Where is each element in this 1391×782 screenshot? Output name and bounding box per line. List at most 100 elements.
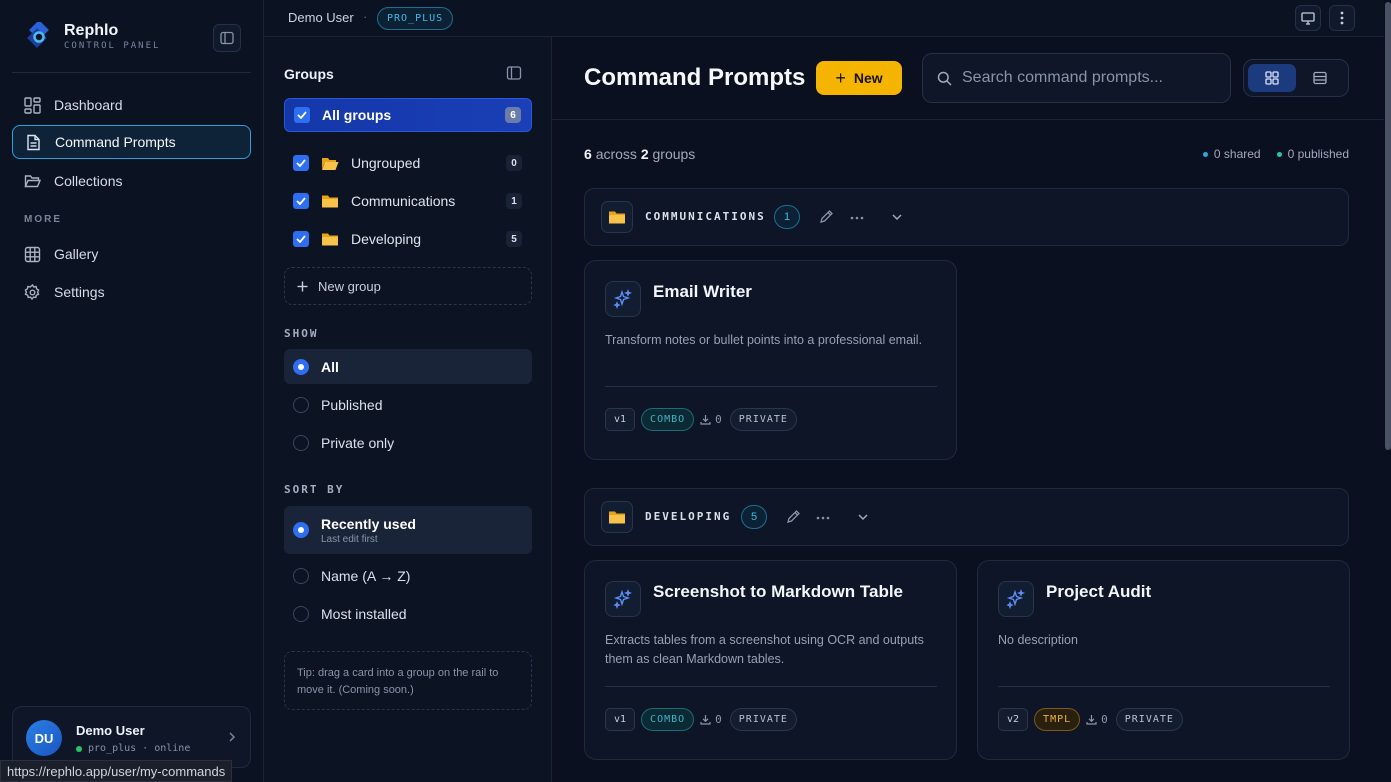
group-item-communications[interactable]: Communications 1	[284, 184, 532, 218]
nav-section-more: MORE	[24, 214, 62, 225]
search-box[interactable]	[922, 53, 1231, 103]
summary-groups: 2	[640, 146, 649, 162]
checkbox-checked-icon[interactable]	[293, 193, 309, 209]
card-divider	[998, 686, 1330, 687]
visibility-badge: PRIVATE	[1115, 708, 1183, 731]
chevron-right-icon	[229, 732, 236, 742]
nav-label: Gallery	[54, 246, 99, 262]
radio-icon[interactable]	[293, 605, 309, 622]
user-card[interactable]: DU Demo User pro_plus · online	[12, 706, 251, 768]
horizontal-dots-icon[interactable]	[816, 516, 830, 520]
nav-label: Dashboard	[54, 97, 123, 113]
group-header-developing[interactable]: DEVELOPING 5	[584, 488, 1349, 546]
new-group-button[interactable]: New group	[284, 267, 532, 305]
option-label: Published	[321, 396, 383, 413]
sidebar-collapse-button[interactable]	[213, 24, 241, 52]
group-item-ungrouped[interactable]: Ungrouped 0	[284, 146, 532, 180]
nav-item-command-prompts[interactable]: Command Prompts	[12, 125, 251, 159]
panel-toggle-icon	[506, 66, 522, 80]
prompt-card[interactable]: Screenshot to Markdown Table Extracts ta…	[584, 560, 957, 760]
main-content: Command Prompts + New 6 across 2 groups …	[552, 37, 1384, 782]
vertical-dots-icon	[1340, 11, 1344, 25]
search-input[interactable]	[962, 69, 1212, 87]
card-title: Screenshot to Markdown Table	[653, 582, 904, 601]
more-options-button[interactable]	[1329, 5, 1355, 31]
group-item-developing[interactable]: Developing 5	[284, 222, 532, 256]
user-name: Demo User	[76, 723, 145, 738]
nav-item-gallery[interactable]: Gallery	[12, 237, 251, 271]
radio-selected-icon[interactable]	[293, 522, 309, 538]
checkbox-checked-icon[interactable]	[293, 231, 309, 247]
page-scrollbar[interactable]	[1384, 0, 1391, 782]
chevron-down-icon[interactable]	[891, 213, 903, 221]
visibility-badge: PRIVATE	[729, 408, 797, 431]
card-description: Extracts tables from a screenshot using …	[605, 633, 924, 666]
user-status-text: pro_plus · online	[88, 743, 191, 754]
download-icon	[700, 415, 711, 425]
groups-panel: Groups All groups 6 Ungrouped 0 Communic…	[264, 37, 552, 782]
radio-icon[interactable]	[293, 434, 309, 451]
sort-option-recently-used[interactable]: Recently used Last edit first	[284, 506, 532, 554]
nav-item-settings[interactable]: Settings	[12, 275, 251, 309]
install-count: 0	[700, 413, 722, 426]
radio-selected-icon[interactable]	[293, 358, 309, 375]
card-title: Email Writer	[653, 282, 752, 301]
download-icon	[1086, 715, 1097, 725]
folder-icon	[601, 501, 633, 533]
nav-item-collections[interactable]: Collections	[12, 164, 251, 198]
version-badge: v1	[605, 408, 636, 431]
grid-view-button[interactable]	[1248, 64, 1296, 92]
show-option-published[interactable]: Published	[284, 387, 532, 422]
card-description: No description	[998, 633, 1078, 647]
prompt-card[interactable]: Project Audit No description v2 TMPL 0 P…	[977, 560, 1350, 760]
show-option-all[interactable]: All	[284, 349, 532, 384]
groups-panel-toggle[interactable]	[506, 65, 522, 86]
card-tags: v2 TMPL 0 PRIVATE	[998, 708, 1189, 731]
gear-icon	[24, 283, 40, 300]
group-name: DEVELOPING	[645, 510, 732, 523]
document-icon	[27, 134, 40, 150]
new-prompt-button[interactable]: + New	[816, 61, 902, 95]
group-header-communications[interactable]: COMMUNICATIONS 1	[584, 188, 1349, 246]
group-item-all[interactable]: All groups 6	[284, 98, 532, 132]
option-sublabel: Last edit first	[321, 533, 378, 545]
group-count-badge: 1	[774, 205, 800, 229]
tip-box: Tip: drag a card into a group on the rai…	[284, 651, 532, 710]
radio-icon[interactable]	[293, 567, 309, 584]
sort-option-name[interactable]: Name (A → Z)	[284, 558, 532, 593]
nav-label: Command Prompts	[55, 134, 176, 150]
new-group-label: New group	[318, 278, 381, 294]
sidebar-divider	[12, 72, 251, 73]
chevron-down-icon[interactable]	[857, 513, 869, 521]
horizontal-dots-icon[interactable]	[850, 216, 864, 220]
list-view-button[interactable]	[1296, 64, 1344, 92]
sidebar: Rephlo CONTROL PANEL Dashboard Command P…	[0, 0, 264, 782]
install-count: 0	[1086, 713, 1108, 726]
checkbox-checked-icon[interactable]	[293, 155, 309, 171]
nav-label: Collections	[54, 173, 123, 189]
folder-open-icon	[24, 174, 41, 187]
group-count: 1	[506, 193, 522, 209]
display-button[interactable]	[1295, 5, 1321, 31]
show-section-label: SHOW	[284, 327, 319, 340]
pencil-icon[interactable]	[819, 209, 834, 224]
card-title: Project Audit	[1046, 582, 1152, 601]
pencil-icon[interactable]	[786, 509, 801, 524]
search-icon	[937, 71, 952, 86]
checkbox-checked-icon[interactable]	[294, 107, 310, 123]
scrollbar-thumb[interactable]	[1385, 2, 1391, 450]
rephlo-logo-icon	[24, 20, 54, 52]
plus-icon	[297, 281, 308, 291]
shared-count: 0 shared	[1213, 147, 1261, 161]
sparkles-icon	[998, 581, 1034, 617]
nav-item-dashboard[interactable]: Dashboard	[12, 88, 251, 122]
show-option-private-only[interactable]: Private only	[284, 425, 532, 460]
prompt-card[interactable]: Email Writer Transform notes or bullet p…	[584, 260, 957, 460]
sort-option-most-installed[interactable]: Most installed	[284, 596, 532, 631]
avatar: DU	[26, 720, 62, 756]
brand[interactable]: Rephlo CONTROL PANEL	[24, 20, 160, 52]
option-label: Private only	[321, 434, 395, 451]
radio-icon[interactable]	[293, 396, 309, 413]
group-label: Ungrouped	[351, 155, 421, 171]
sparkles-icon	[605, 581, 641, 617]
